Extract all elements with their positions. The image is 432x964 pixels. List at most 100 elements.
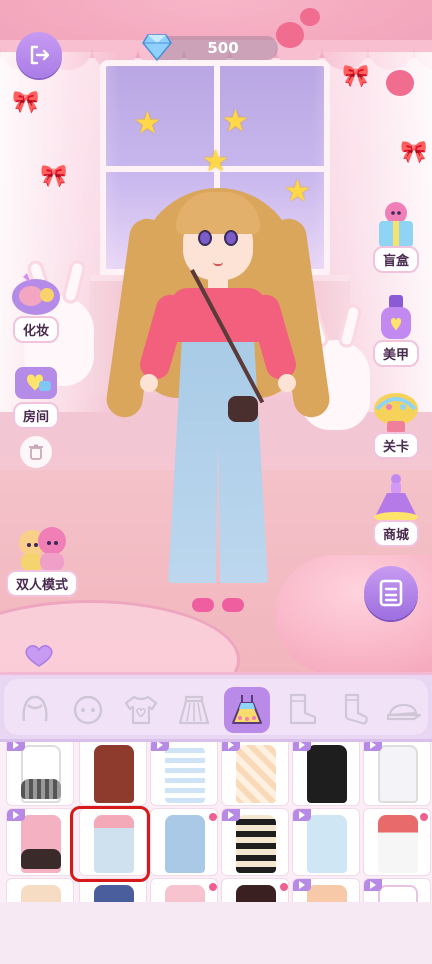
shop-label: 商城 <box>372 520 419 547</box>
category-face[interactable] <box>65 687 111 733</box>
room-icon <box>6 352 66 408</box>
outfit-item[interactable] <box>221 808 289 876</box>
video-unlock-icon <box>364 879 382 891</box>
category-top[interactable] <box>118 687 164 733</box>
outfit-list-button[interactable] <box>364 566 418 620</box>
outfit-preview-skirt <box>21 849 61 869</box>
outfit-preview <box>165 745 205 803</box>
nail-art-button[interactable]: 美甲 <box>366 290 426 367</box>
outfit-item[interactable] <box>292 878 360 902</box>
outfit-preview <box>94 745 134 803</box>
favorite-heart-icon[interactable] <box>22 644 56 668</box>
category-hair[interactable] <box>12 687 58 733</box>
heart-ornament-icon <box>276 22 304 48</box>
shoe-right <box>222 598 244 612</box>
outfit-item[interactable] <box>6 878 74 902</box>
nail-polish-icon <box>366 290 426 346</box>
exit-icon <box>30 45 50 65</box>
video-unlock-icon <box>222 809 240 821</box>
category-dress[interactable] <box>224 687 270 733</box>
outfit-item[interactable] <box>221 878 289 902</box>
blind-box-label: 盲盒 <box>372 246 419 273</box>
new-item-dot <box>418 811 430 823</box>
nail-art-label: 美甲 <box>372 340 419 367</box>
outfit-preview <box>307 815 347 873</box>
two-girls-icon <box>12 520 72 576</box>
video-unlock-icon <box>222 742 240 751</box>
star-icon: ★ <box>202 144 229 179</box>
outfit-preview <box>21 885 61 902</box>
video-unlock-icon <box>293 809 311 821</box>
video-unlock-icon <box>293 879 311 891</box>
outfit-item[interactable] <box>6 742 74 806</box>
outfit-preview <box>378 815 418 873</box>
delete-button[interactable] <box>20 436 52 468</box>
new-item-dot <box>278 881 288 893</box>
dress-icon <box>232 695 262 724</box>
video-unlock-icon <box>293 742 311 751</box>
outfit-preview <box>307 745 347 803</box>
character-avatar[interactable] <box>104 178 332 618</box>
outfit-item[interactable] <box>6 808 74 876</box>
outfit-preview <box>94 885 134 902</box>
category-boots[interactable] <box>277 687 323 733</box>
hand-left <box>140 374 158 392</box>
skirt-icon <box>178 695 210 725</box>
bow-icon: 🎀 <box>400 140 428 165</box>
gem-count: 500 <box>207 39 239 57</box>
outfit-item[interactable] <box>150 878 218 902</box>
category-skirt[interactable] <box>171 687 217 733</box>
category-hat[interactable] <box>380 687 426 733</box>
eye-left <box>198 230 212 246</box>
heart-ornament-icon <box>300 8 320 26</box>
crossbody-bag <box>228 396 258 422</box>
shoe-left <box>192 598 214 612</box>
shop-dress-icon <box>366 470 426 526</box>
outfit-item[interactable] <box>363 808 431 876</box>
outfit-preview <box>236 745 276 803</box>
room-button[interactable]: 房间 <box>6 352 66 429</box>
outfit-preview <box>307 885 347 902</box>
eye-right <box>224 230 238 246</box>
hair-icon <box>22 695 48 722</box>
hand-right <box>278 374 296 392</box>
outfit-preview <box>236 815 276 873</box>
video-unlock-icon <box>151 742 169 751</box>
exit-button[interactable] <box>16 32 62 78</box>
level-icon <box>366 382 426 438</box>
new-item-dot <box>207 881 217 893</box>
duo-mode-button[interactable]: 双人模式 <box>6 520 79 597</box>
bottom-blank-area <box>0 902 432 964</box>
outfit-grid <box>0 742 432 902</box>
outfit-item[interactable] <box>150 742 218 806</box>
boots-icon <box>289 693 317 725</box>
outfit-item[interactable] <box>363 878 431 902</box>
blind-box-button[interactable]: 盲盒 <box>366 196 426 273</box>
outfit-item[interactable] <box>363 742 431 806</box>
outfit-preview <box>378 745 418 803</box>
selection-highlight <box>70 806 150 882</box>
level-label: 关卡 <box>372 432 419 459</box>
outfit-item[interactable] <box>292 808 360 876</box>
category-bar-inner <box>4 679 428 735</box>
top-icon <box>124 695 158 725</box>
outfit-item[interactable] <box>79 742 147 806</box>
diamond-icon <box>142 34 172 61</box>
star-icon: ★ <box>222 104 249 139</box>
shop-button[interactable]: 商城 <box>366 470 426 547</box>
list-icon <box>379 579 403 607</box>
room-label: 房间 <box>12 402 59 429</box>
level-button[interactable]: 关卡 <box>366 382 426 459</box>
new-item-dot <box>207 811 217 823</box>
makeup-label: 化妆 <box>12 316 59 343</box>
bow-icon: 🎀 <box>40 164 68 189</box>
category-socks[interactable] <box>330 687 376 733</box>
outfit-item[interactable] <box>221 742 289 806</box>
outfit-item[interactable] <box>150 808 218 876</box>
outfit-item[interactable] <box>292 742 360 806</box>
socks-icon <box>344 693 368 725</box>
makeup-button[interactable]: 化妆 <box>6 266 66 343</box>
bow-icon: 🎀 <box>342 64 370 89</box>
makeup-compact-icon <box>6 266 66 322</box>
bow-icon: 🎀 <box>12 90 40 115</box>
